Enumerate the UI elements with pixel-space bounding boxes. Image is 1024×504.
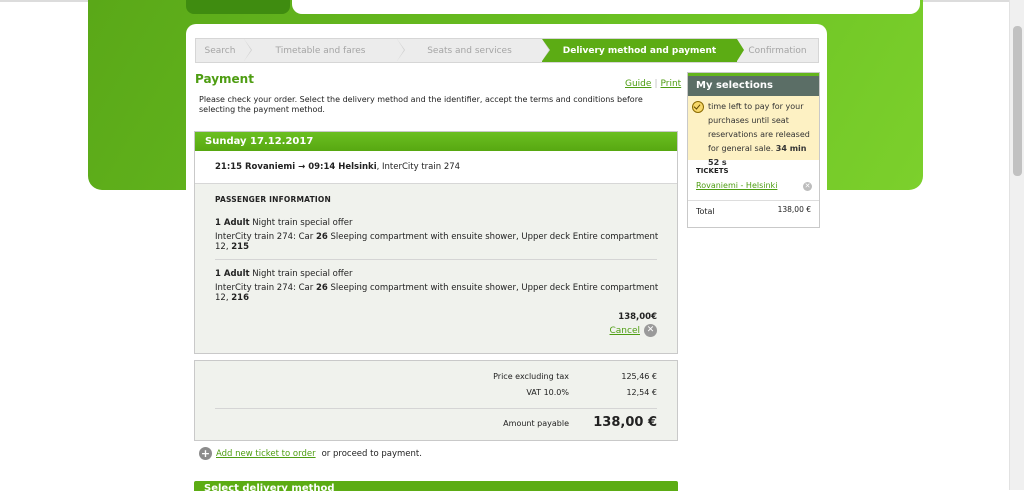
page-scrollbar[interactable]: [1009, 0, 1024, 490]
step-confirmation: Confirmation: [737, 39, 818, 62]
amount-payable-label: Amount payable: [503, 419, 569, 428]
step-seats: Seats and services: [397, 39, 550, 62]
passenger-info-heading: PASSENGER INFORMATION: [215, 195, 331, 204]
side-total-row: Total 138,00 €: [688, 200, 819, 221]
step-search: Search: [196, 39, 252, 62]
journey-route: 21:15 Rovaniemi → 09:14 Helsinki, InterC…: [195, 151, 677, 184]
step-label: Search: [204, 45, 236, 56]
price-excl-tax-label: Price excluding tax: [493, 372, 569, 381]
step-label: Timetable and fares: [275, 45, 366, 56]
seat-number: 215: [231, 242, 249, 252]
vat-value: 12,54 €: [626, 388, 657, 397]
my-selections-panel: My selections time left to pay for your …: [687, 72, 820, 228]
side-total-label: Total: [696, 207, 715, 216]
side-total-value: 138,00 €: [777, 205, 811, 214]
vat-label: VAT 10.0%: [526, 388, 569, 397]
passenger-qty: 1 Adult: [215, 218, 250, 228]
car-number: 26: [315, 283, 328, 293]
add-ticket-row: + Add new ticket to order or proceed to …: [199, 447, 422, 460]
header-nav-tab: [292, 0, 920, 14]
passenger-fare: Night train special offer: [249, 269, 353, 279]
guide-link[interactable]: Guide: [625, 79, 651, 89]
step-delivery-payment: Delivery method and payment: [542, 39, 744, 62]
seat-prefix: InterCity train 274: Car: [215, 232, 316, 242]
step-label: Confirmation: [748, 45, 807, 56]
page-title: Payment: [195, 72, 254, 86]
clock-icon: [692, 101, 704, 113]
passenger-item: 1 Adult Night train special offer InterC…: [215, 269, 671, 303]
progress-steps: Search Timetable and fares Seats and ser…: [195, 38, 819, 63]
amount-payable-value: 138,00 €: [593, 415, 657, 430]
journey-price: 138,00€: [618, 312, 657, 322]
step-label: Seats and services: [427, 45, 512, 56]
scrollbar-thumb[interactable]: [1013, 26, 1022, 176]
ticket-item: Rovaniemi - Helsinki ✕: [688, 179, 819, 195]
price-excl-tax-value: 125,46 €: [621, 372, 657, 381]
intro-text: Please check your order. Select the deli…: [199, 95, 643, 114]
header-logo-tab: [186, 0, 290, 14]
close-icon[interactable]: ✕: [644, 324, 657, 337]
passenger-item: 1 Adult Night train special offer InterC…: [215, 218, 671, 252]
car-number: 26: [315, 232, 328, 242]
totals-box: Price excluding tax 125,46 € VAT 10.0% 1…: [194, 360, 678, 441]
passenger-fare: Night train special offer: [249, 218, 353, 228]
passenger-divider: [215, 259, 657, 260]
plus-icon[interactable]: +: [199, 447, 212, 460]
my-selections-title: My selections: [688, 73, 819, 96]
link-divider: |: [654, 79, 658, 89]
step-label: Delivery method and payment: [562, 45, 717, 56]
add-ticket-link[interactable]: Add new ticket to order: [216, 449, 316, 459]
help-links: Guide | Print: [625, 79, 681, 89]
cancel-link[interactable]: Cancel: [610, 326, 641, 336]
journey-date: Sunday 17.12.2017: [195, 132, 677, 151]
passenger-qty: 1 Adult: [215, 269, 250, 279]
totals-divider: [215, 408, 657, 409]
add-ticket-suffix: or proceed to payment.: [321, 448, 422, 459]
print-link[interactable]: Print: [660, 79, 681, 89]
payment-timer: time left to pay for your purchases unti…: [688, 96, 819, 167]
seat-prefix: InterCity train 274: Car: [215, 283, 316, 293]
seat-number: 216: [231, 293, 249, 303]
route-train: , InterCity train 274: [376, 162, 461, 172]
route-times: 21:15 Rovaniemi → 09:14 Helsinki: [215, 162, 377, 172]
remove-ticket-icon[interactable]: ✕: [803, 182, 812, 191]
journey-box: Sunday 17.12.2017 21:15 Rovaniemi → 09:1…: [194, 131, 678, 354]
step-timetable: Timetable and fares: [244, 39, 405, 62]
cancel-control: Cancel ✕: [610, 324, 657, 337]
ticket-link[interactable]: Rovaniemi - Helsinki: [696, 181, 777, 190]
